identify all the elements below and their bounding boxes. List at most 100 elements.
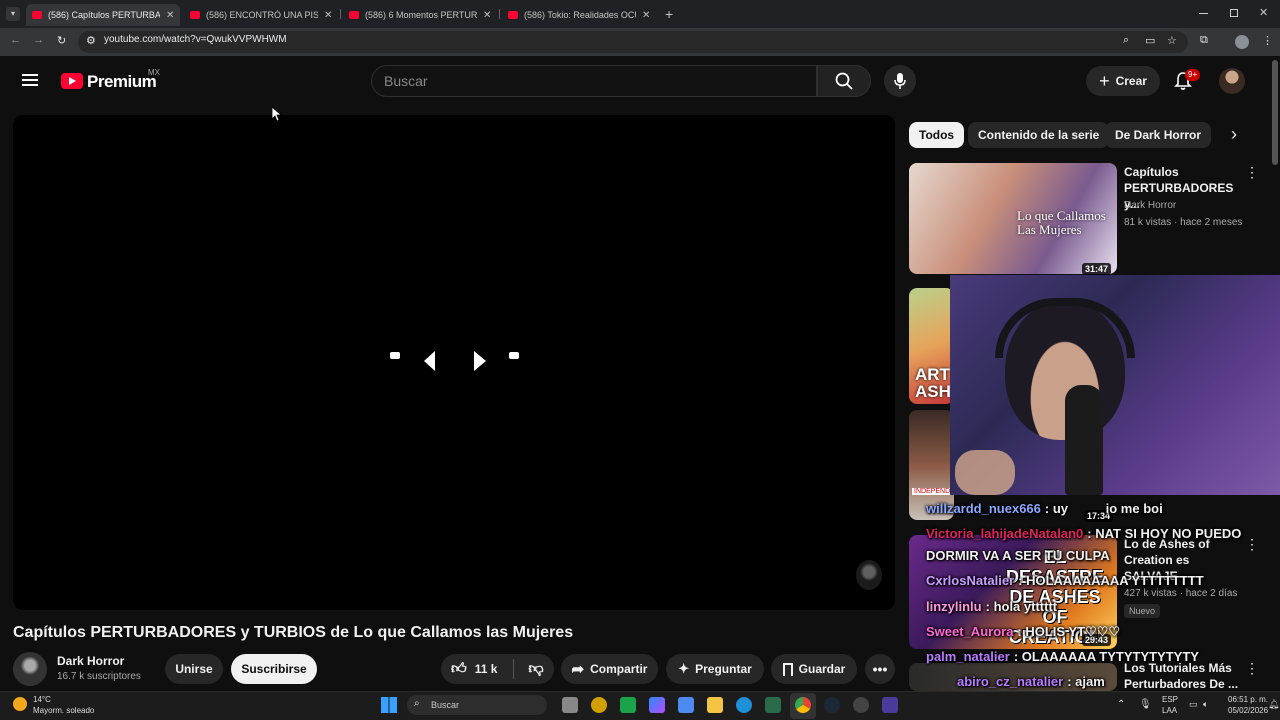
taskbar-search[interactable]: Buscar (407, 695, 547, 715)
edge-icon[interactable] (736, 697, 752, 713)
new-tab-button[interactable]: + (665, 6, 673, 22)
thumbnail-caption: ART ASH (915, 365, 951, 401)
search-label: Buscar (431, 700, 460, 710)
profile-avatar-icon[interactable] (1235, 35, 1249, 49)
zoom-icon[interactable]: ⌕ (1123, 34, 1129, 47)
youtube-favicon-icon (32, 11, 42, 19)
bookmark-star-icon[interactable]: ☆ (1167, 34, 1177, 47)
chip-series-content[interactable]: Contenido de la serie (968, 122, 1110, 148)
windows-start-icon[interactable] (381, 697, 397, 713)
notifications-icon[interactable]: 🔔︎ (1268, 699, 1279, 710)
chat-message: DORMIR VA A SER TU CULPA (926, 548, 1110, 563)
like-dislike-group: 👍︎ 11 k 👎︎ (441, 654, 554, 684)
tab-close-icon[interactable]: ✕ (324, 10, 332, 21)
browser-tab-active[interactable]: (586) Capítulos PERTURBADORES ✕ (26, 4, 180, 26)
youtube-logo-icon[interactable] (61, 73, 83, 89)
more-options-icon[interactable]: ⋮ (1245, 164, 1259, 181)
related-video-channel[interactable]: Dark Horror (1124, 200, 1176, 211)
thumbs-down-icon[interactable]: 👎︎ (528, 660, 543, 678)
search-button[interactable] (817, 65, 871, 97)
forward-icon[interactable]: → (33, 34, 44, 46)
app-icon[interactable] (620, 697, 636, 713)
channel-watermark[interactable] (856, 560, 882, 590)
minimize-icon[interactable] (1199, 13, 1208, 14)
related-thumbnail[interactable]: ART ASH (909, 288, 954, 404)
input-language[interactable]: ESP (1162, 695, 1178, 704)
share-button[interactable]: ➦ Compartir (561, 654, 658, 684)
url-text[interactable]: youtube.com/watch?v=QwukVVPWHWM (104, 34, 287, 45)
chat-text-extra: io me boi (1105, 501, 1163, 516)
task-view-icon[interactable] (562, 697, 578, 713)
sparkle-icon: ✦ (678, 661, 690, 676)
create-button[interactable]: + Crear (1086, 66, 1160, 96)
back-icon[interactable]: ← (10, 34, 21, 46)
chat-message: linzylinlu: hola ytttttt (926, 599, 1057, 614)
voice-search-button[interactable] (884, 65, 916, 97)
more-options-icon[interactable]: ⋮ (1245, 660, 1259, 677)
tab-list-dropdown-icon[interactable]: ▾ (6, 7, 20, 21)
tab-close-icon[interactable]: ✕ (483, 10, 491, 21)
chat-username: palm_natalier (926, 649, 1010, 664)
tab-close-icon[interactable]: ✕ (166, 10, 174, 21)
save-label: Guardar (798, 662, 846, 676)
cast-icon[interactable]: ▭ (1145, 34, 1155, 47)
like-button[interactable]: 👍︎ 11 k (451, 660, 497, 678)
tab-close-icon[interactable]: ✕ (642, 10, 650, 21)
channel-avatar[interactable] (13, 652, 47, 686)
subscribe-button[interactable]: Suscribirse (231, 654, 317, 684)
page-scrollbar[interactable] (1272, 60, 1278, 165)
chip-dark-horror[interactable]: De Dark Horror (1105, 122, 1212, 148)
copilot-icon[interactable] (649, 697, 665, 713)
chat-message: Sweet_Aurora: HOLIS YT♡♡♡ (926, 624, 1120, 640)
chips-next-chevron-icon[interactable]: › (1231, 124, 1237, 145)
related-video-title[interactable]: Los Tutoriales Más Perturbadores De ... (1124, 660, 1244, 692)
chat-message: CxrlosNatalier: HOLAAAAAAAA YTTTTTTTT (926, 573, 1204, 588)
tray-mic-icon[interactable]: 🎙︎ (1139, 699, 1152, 710)
hamburger-menu-icon[interactable] (22, 74, 38, 86)
steam-icon[interactable] (824, 697, 840, 713)
search-input[interactable] (371, 65, 817, 97)
clock-date[interactable]: 05/02/2026 (1228, 706, 1268, 715)
browser-tab[interactable]: (586) ENCONTRÓ UNA PISCINA ✕ (184, 4, 338, 26)
save-button[interactable]: Guardar (771, 654, 857, 684)
network-icon[interactable]: ▭ (1189, 699, 1198, 710)
clock-time[interactable]: 06:51 p. m. (1228, 695, 1268, 704)
chat-username: abiro_cz_natalier (957, 674, 1064, 689)
chat-message: Victoria_lahijadeNatalan0: NAT SI HOY NO… (926, 526, 1241, 541)
tab-title: (586) 6 Momentos PERTURBADORES (365, 10, 477, 20)
related-video-meta: 81 k vistas · hace 2 meses (1124, 217, 1243, 228)
weather-sun-icon[interactable] (13, 697, 27, 711)
chrome-icon[interactable] (795, 697, 811, 713)
account-avatar[interactable] (1219, 68, 1245, 94)
site-info-icon[interactable]: ⚙ (86, 34, 96, 47)
app-icon[interactable] (853, 697, 869, 713)
divider (513, 659, 515, 679)
browser-tab[interactable]: (586) Tokio: Realidades OCULTAS ✕ (502, 4, 656, 26)
browser-tab[interactable]: (586) 6 Momentos PERTURBADORES ✕ (343, 4, 497, 26)
brand-label[interactable]: Premium (87, 72, 157, 92)
more-actions-button[interactable]: ••• (865, 654, 895, 684)
volume-icon[interactable]: 🔈︎ (1203, 699, 1208, 710)
related-thumbnail[interactable]: Lo que Callamos Las Mujeres (909, 163, 1117, 274)
ask-button[interactable]: ✦ Preguntar (666, 654, 764, 684)
chip-todos[interactable]: Todos (909, 122, 965, 148)
store-icon[interactable] (678, 697, 694, 713)
reload-icon[interactable]: ↻ (57, 34, 66, 47)
app-icon[interactable] (765, 697, 781, 713)
restore-icon[interactable] (1230, 9, 1238, 17)
channel-name[interactable]: Dark Horror (57, 654, 124, 668)
app-icon[interactable] (882, 697, 898, 713)
subscriber-count: 16.7 k suscriptores (57, 671, 141, 682)
create-label: Crear (1115, 74, 1147, 88)
join-button[interactable]: Unirse (165, 654, 223, 684)
menu-dots-icon[interactable]: ⋮ (1262, 34, 1273, 47)
close-window-icon[interactable]: ✕ (1259, 6, 1268, 19)
chat-username: linzylinlu (926, 599, 982, 614)
tray-chevron-icon[interactable]: ⌃ (1117, 699, 1125, 710)
more-options-icon[interactable]: ⋮ (1245, 536, 1259, 553)
windows-taskbar (0, 691, 1280, 720)
app-icon[interactable] (591, 697, 607, 713)
file-explorer-icon[interactable] (707, 697, 723, 713)
tab-title: (586) Tokio: Realidades OCULTAS (524, 10, 636, 20)
extensions-icon[interactable]: ⧉ (1200, 34, 1208, 47)
